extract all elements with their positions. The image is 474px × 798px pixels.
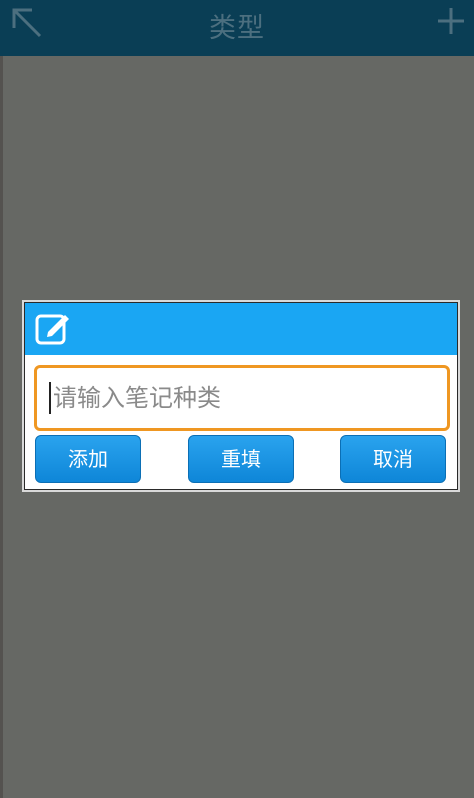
top-action-bar: 类型 (0, 0, 474, 56)
add-category-dialog: 添加 重填 取消 (24, 302, 458, 490)
add-button[interactable]: 添加 (35, 435, 141, 483)
edit-note-icon (35, 314, 69, 345)
plus-icon[interactable] (436, 6, 466, 36)
category-input[interactable] (49, 368, 433, 428)
page-title: 类型 (209, 13, 265, 44)
category-input-frame (34, 365, 450, 431)
dialog-header (25, 303, 457, 355)
reset-button[interactable]: 重填 (188, 435, 294, 483)
left-edge-shadow (0, 56, 3, 798)
cancel-button[interactable]: 取消 (340, 435, 446, 483)
